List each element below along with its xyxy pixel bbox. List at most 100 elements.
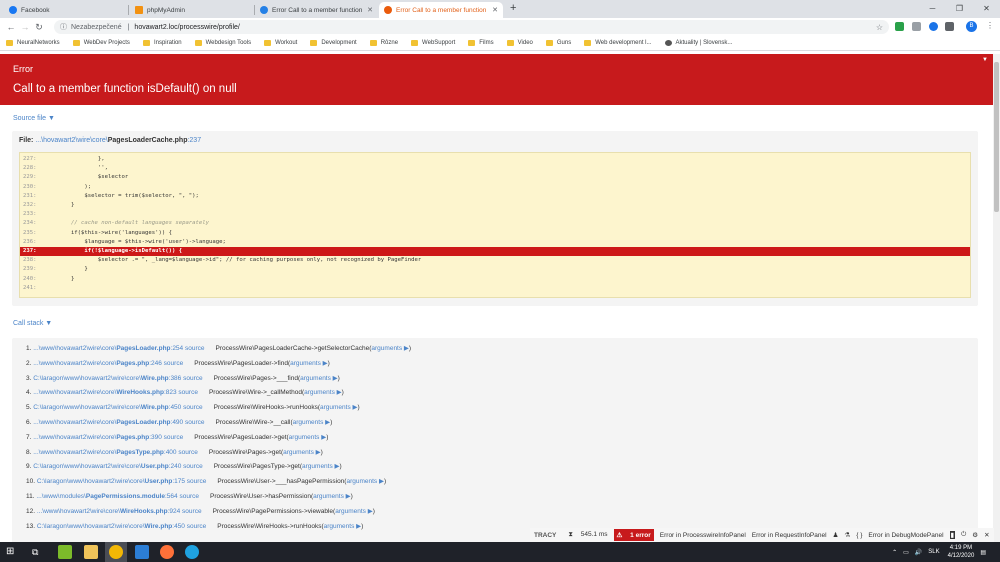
arguments-toggle[interactable]: arguments ▶: [304, 389, 342, 396]
omnibox[interactable]: ⓘ Nezabezpečené | hovawart2.loc/processw…: [54, 20, 889, 34]
source-link[interactable]: source: [164, 360, 184, 367]
arguments-toggle[interactable]: arguments ▶: [324, 523, 362, 530]
bookmark-folder[interactable]: Video: [506, 40, 533, 46]
stack-file-link[interactable]: ...\www\hovawart2\wire\core\WireHooks.ph…: [33, 389, 176, 396]
chevron-up-icon[interactable]: ⌃: [892, 549, 897, 556]
stack-file-link[interactable]: C:\laragon\www\hovawart2\wire\core\User.…: [37, 478, 185, 485]
bookmark-folder[interactable]: Development: [310, 40, 357, 46]
tracy-errors-badge[interactable]: ⚠ 1 error: [613, 529, 654, 541]
bookmark-folder[interactable]: Webdesign Tools: [194, 40, 251, 46]
file-explorer-icon[interactable]: [84, 545, 98, 559]
tracy-panel-debugmode[interactable]: Error in DebugModePanel: [868, 532, 943, 539]
extension-icon[interactable]: [912, 22, 921, 31]
tracy-logo[interactable]: TRACY: [534, 532, 556, 539]
power-icon[interactable]: ⏻: [961, 531, 966, 539]
store-icon[interactable]: [58, 545, 72, 559]
close-tab-icon[interactable]: ✕: [367, 6, 373, 14]
bookmark-folder[interactable]: NeuralNetworks: [6, 40, 60, 46]
source-link[interactable]: source: [164, 434, 184, 441]
network-icon[interactable]: ▭: [903, 549, 909, 556]
vscode-icon[interactable]: [135, 545, 149, 559]
windows-start-icon[interactable]: ⊞: [6, 545, 20, 559]
extension-icon[interactable]: [945, 22, 954, 31]
console-icon[interactable]: ▮: [949, 531, 956, 539]
stack-file-link[interactable]: ...\www\hovawart2\wire\core\PagesType.ph…: [33, 449, 176, 456]
maximize-button[interactable]: ❐: [946, 0, 973, 18]
bookmark-star-icon[interactable]: ☆: [876, 23, 883, 32]
source-link[interactable]: source: [187, 523, 207, 530]
arguments-toggle[interactable]: arguments ▶: [346, 478, 384, 485]
arguments-toggle[interactable]: arguments ▶: [335, 508, 373, 515]
source-link[interactable]: source: [178, 449, 198, 456]
bookmark-folder[interactable]: Films: [468, 40, 494, 46]
source-link[interactable]: source: [183, 463, 203, 470]
close-icon[interactable]: ✕: [984, 531, 989, 539]
call-stack-toggle[interactable]: Call stack ▼: [13, 320, 52, 327]
clock[interactable]: 4:19 PM 4/12/2020: [948, 544, 975, 560]
source-link[interactable]: source: [187, 478, 207, 485]
bookmark-folder[interactable]: WebSupport: [411, 40, 455, 46]
task-view-icon[interactable]: ⧉: [32, 545, 46, 559]
forward-arrow-icon[interactable]: →: [18, 22, 32, 32]
tab-error-2[interactable]: Error Call to a member function ✕: [379, 2, 503, 18]
new-tab-button[interactable]: +: [510, 2, 516, 14]
arguments-toggle[interactable]: arguments ▶: [290, 360, 328, 367]
stack-file-link[interactable]: C:\laragon\www\hovawart2\wire\core\User.…: [33, 463, 181, 470]
source-link[interactable]: source: [179, 493, 199, 500]
collapse-icon[interactable]: ▼: [982, 57, 988, 63]
tracy-time[interactable]: ⧗ 545.1 ms: [562, 531, 607, 539]
firefox-icon[interactable]: [160, 545, 174, 559]
reload-icon[interactable]: ↻: [32, 22, 46, 33]
arguments-toggle[interactable]: arguments ▶: [320, 404, 358, 411]
stack-file-link[interactable]: ...\www\hovawart2\wire\core\Pages.php:39…: [33, 434, 162, 441]
stack-file-link[interactable]: ...\www\hovawart2\wire\core\PagesLoader.…: [33, 345, 183, 352]
source-link[interactable]: source: [178, 389, 198, 396]
bookmark-folder[interactable]: Inspiration: [142, 40, 182, 46]
source-link[interactable]: source: [183, 375, 203, 382]
source-link[interactable]: source: [185, 345, 205, 352]
back-arrow-icon[interactable]: ←: [4, 22, 18, 32]
page-scrollbar[interactable]: [993, 54, 1000, 542]
stack-file-link[interactable]: ...\www\hovawart2\wire\core\Pages.php:24…: [33, 360, 162, 367]
arguments-toggle[interactable]: arguments ▶: [371, 345, 409, 352]
extension-icon[interactable]: [895, 22, 904, 31]
tab-error-1[interactable]: Error Call to a member function ✕: [255, 2, 378, 18]
profile-avatar[interactable]: B: [966, 21, 977, 32]
source-link[interactable]: source: [182, 508, 202, 515]
arguments-toggle[interactable]: arguments ▶: [289, 434, 327, 441]
menu-kebab-icon[interactable]: ⋮: [986, 21, 994, 30]
stack-file-link[interactable]: C:\laragon\www\hovawart2\wire\core\Wire.…: [37, 523, 185, 530]
tab-phpmyadmin[interactable]: phpMyAdmin: [130, 2, 255, 18]
file-link[interactable]: ...\hovawart2\wire\core\PagesLoaderCache…: [35, 137, 201, 144]
bookmark-folder[interactable]: WebDev Projects: [72, 40, 130, 46]
bookmark-folder[interactable]: Workout: [264, 40, 297, 46]
bookmark-link[interactable]: Aktuality | Slovensk...: [664, 40, 732, 46]
person-icon[interactable]: ♟: [833, 531, 839, 539]
bookmark-folder[interactable]: Rôzne: [369, 40, 398, 46]
stack-file-link[interactable]: ...\www\hovawart2\wire\core\WireHooks.ph…: [37, 508, 180, 515]
scrollbar-thumb[interactable]: [994, 62, 999, 212]
stack-file-link[interactable]: C:\laragon\www\hovawart2\wire\core\Wire.…: [33, 375, 181, 382]
tracy-braces[interactable]: { }: [856, 532, 862, 539]
chrome-icon[interactable]: [109, 545, 123, 559]
source-file-toggle[interactable]: Source file ▼: [13, 115, 55, 122]
tracy-panel-processwire[interactable]: Error in ProcesswireInfoPanel: [660, 532, 746, 539]
edge-icon[interactable]: [185, 545, 199, 559]
language-indicator[interactable]: SLK: [928, 549, 939, 555]
bookmark-folder[interactable]: Guns: [545, 40, 571, 46]
arguments-toggle[interactable]: arguments ▶: [283, 449, 321, 456]
close-tab-icon[interactable]: ✕: [492, 6, 498, 14]
info-icon[interactable]: ⓘ: [60, 22, 67, 32]
arguments-toggle[interactable]: arguments ▶: [313, 493, 351, 500]
cloud-extension-icon[interactable]: [929, 22, 938, 31]
arguments-toggle[interactable]: arguments ▶: [302, 463, 340, 470]
notification-icon[interactable]: ▤: [980, 549, 986, 556]
flask-icon[interactable]: ⚗: [844, 531, 850, 539]
arguments-toggle[interactable]: arguments ▶: [300, 375, 338, 382]
arguments-toggle[interactable]: arguments ▶: [293, 419, 331, 426]
volume-icon[interactable]: 🔊: [915, 549, 922, 556]
tab-facebook[interactable]: Facebook: [4, 2, 129, 18]
close-window-button[interactable]: ✕: [973, 0, 1000, 18]
source-link[interactable]: source: [185, 419, 205, 426]
stack-file-link[interactable]: ...\www\modules\PagePermissions.module:5…: [36, 493, 177, 500]
